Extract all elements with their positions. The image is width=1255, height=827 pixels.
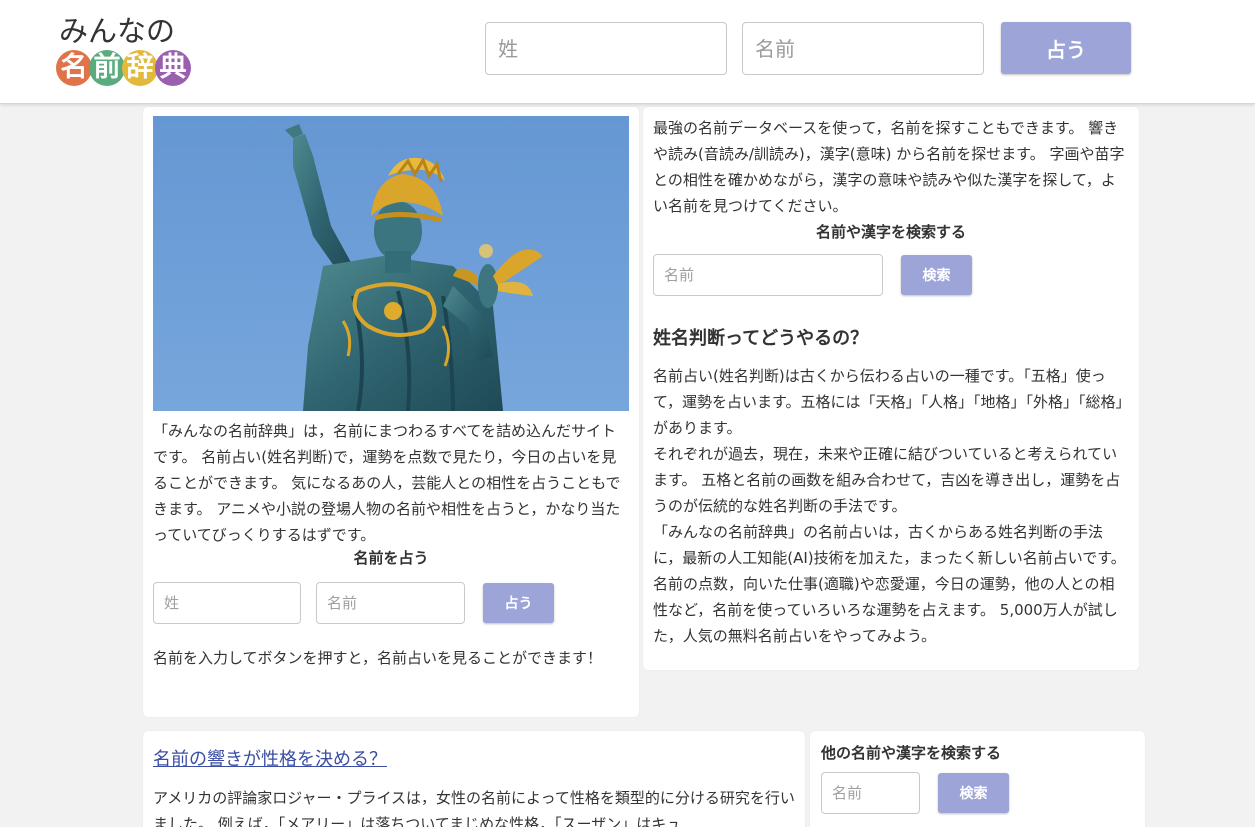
side-search-card: 他の名前や漢字を検索する 検索 — [810, 731, 1145, 827]
intro-card: 「みんなの名前辞典」は，名前にまつわるすべてを詰め込んだサイトです。 名前占い(… — [143, 107, 639, 717]
intro-footnote: 名前を入力してボタンを押すと，名前占いを見ることができます！ — [153, 649, 602, 667]
header-given-name-input[interactable] — [742, 22, 984, 75]
intro-surname-input[interactable] — [153, 582, 301, 624]
article-paragraph: アメリカの評論家ロジャー・プライスは，女性の名前によって性格を類型的に分ける研究… — [153, 789, 795, 827]
intro-fortune-button[interactable]: 占う — [483, 583, 554, 623]
search-intro-paragraph: 最強の名前データベースを使って，名前を探すこともできます。 響きや読み(音読み/… — [653, 119, 1125, 215]
site-logo[interactable]: みんなの 名前辞典 — [56, 14, 196, 90]
name-search-button[interactable]: 検索 — [901, 255, 972, 295]
seimei-paragraph-1: 名前占い(姓名判断)は古くから伝わる占いの一種です。「五格」使って，運勢を占いま… — [653, 367, 1123, 437]
seimei-paragraph-3: 「みんなの名前辞典」の名前占いは，古くからある姓名判断の手法に，最新の人工知能(… — [653, 523, 1126, 645]
article-card: 名前の響きが性格を決める？ アメリカの評論家ロジャー・プライスは，女性の名前によ… — [143, 731, 805, 827]
side-search-button[interactable]: 検索 — [938, 773, 1009, 813]
search-form-heading: 名前や漢字を検索する — [815, 223, 966, 241]
logo-char-4: 典 — [155, 50, 191, 86]
logo-char-3: 辞 — [122, 50, 158, 86]
site-header: みんなの 名前辞典 占う — [0, 0, 1255, 104]
header-fortune-button[interactable]: 占う — [1001, 22, 1131, 74]
seimei-handan-heading: 姓名判断ってどうやるの？ — [653, 328, 869, 349]
logo-char-1: 名 — [56, 50, 92, 86]
name-search-input[interactable] — [653, 254, 883, 296]
logo-circles: 名前辞典 — [56, 50, 191, 88]
side-search-heading: 他の名前や漢字を検索する — [821, 744, 1002, 762]
fortune-form-heading: 名前を占う — [353, 549, 429, 567]
header-surname-input[interactable] — [485, 22, 727, 75]
article-title-link[interactable]: 名前の響きが性格を決める？ — [153, 745, 387, 771]
side-search-input[interactable] — [821, 772, 920, 814]
logo-top-text: みんなの — [59, 14, 176, 48]
intro-paragraph: 「みんなの名前辞典」は，名前にまつわるすべてを詰め込んだサイトです。 名前占い(… — [153, 422, 621, 544]
statue-illustration — [153, 116, 629, 411]
statue-image — [153, 116, 629, 411]
logo-char-2: 前 — [89, 50, 125, 86]
seimei-paragraph-2: それぞれが過去，現在，未来や正確に結びついていると考えられています。 五格と名前… — [653, 445, 1121, 515]
search-card: 最強の名前データベースを使って，名前を探すこともできます。 響きや読み(音読み/… — [643, 107, 1139, 670]
intro-given-name-input[interactable] — [316, 582, 465, 624]
